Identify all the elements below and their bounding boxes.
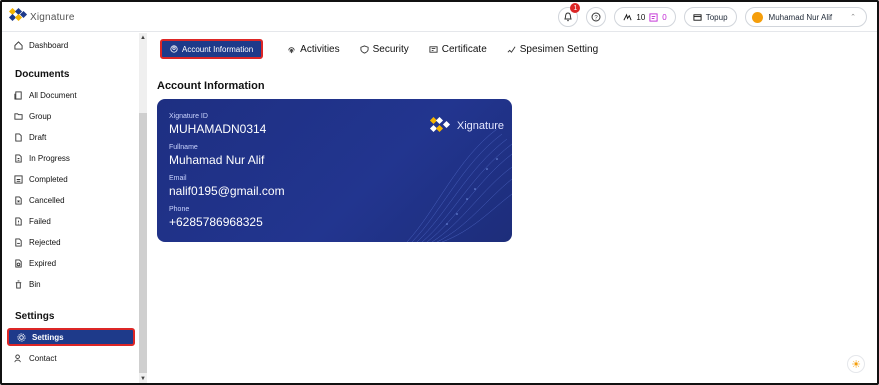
user-circle-icon (170, 45, 178, 53)
tab-label: Certificate (441, 43, 487, 55)
gear-icon (17, 332, 26, 342)
settings-tabs: Account Information Activities Security … (160, 38, 598, 60)
documents-section-title: Documents (15, 69, 70, 80)
scroll-down-icon[interactable]: ▼ (140, 376, 146, 382)
xignature-id-value: MUHAMADN0314 (169, 122, 267, 136)
quota-pill[interactable]: 10 0 (614, 7, 676, 27)
signature-icon (623, 13, 632, 20)
sidebar-item-label: Completed (29, 174, 68, 184)
shield-icon (360, 44, 369, 54)
settings-section-title: Settings (15, 311, 55, 322)
theme-toggle-button[interactable]: ☀ (847, 355, 865, 373)
sidebar-item-label: Bin (29, 279, 41, 289)
folder-icon (14, 112, 23, 120)
topup-button[interactable]: Topup (683, 7, 737, 27)
user-name: Muhamad Nur Alif (768, 12, 833, 22)
sidebar-item-label: In Progress (29, 153, 70, 163)
file-progress-icon (15, 153, 22, 163)
avatar (751, 11, 763, 23)
top-bar: Xignature 1 ? 10 0 Topup Muhamad Nur Ali… (2, 2, 877, 32)
sidebar-item-label: Contact (29, 353, 57, 363)
phone-label: Phone (169, 206, 190, 213)
top-actions: 1 ? 10 0 Topup Muhamad Nur Alif ⌃ (558, 3, 867, 27)
user-menu-button[interactable]: Muhamad Nur Alif ⌃ (744, 7, 867, 27)
sidebar-item-contact[interactable]: Contact (14, 351, 57, 365)
sidebar-item-in-progress[interactable]: In Progress (14, 151, 70, 165)
app-logo-text: Xignature (30, 11, 75, 23)
tab-account-information[interactable]: Account Information (160, 39, 264, 59)
sidebar-item-label: Settings (32, 332, 64, 342)
sidebar-item-label: Dashboard (29, 40, 69, 50)
tab-security[interactable]: Security (360, 44, 409, 55)
scroll-up-icon[interactable]: ▲ (140, 35, 146, 41)
sidebar-item-cancelled[interactable]: Cancelled (14, 193, 65, 207)
xignature-logo-icon (429, 117, 450, 133)
file-check-icon (14, 174, 23, 184)
tab-label: Security (372, 43, 409, 55)
quota-b-count: 0 (662, 12, 667, 22)
sidebar-item-expired[interactable]: Expired (14, 256, 56, 270)
sidebar-item-draft[interactable]: Draft (14, 130, 46, 144)
documents-icon (14, 90, 22, 100)
contacts-icon (14, 353, 21, 362)
file-icon (15, 132, 22, 142)
email-value: nalif0195@gmail.com (169, 184, 285, 198)
certificate-icon (429, 45, 438, 53)
stamp-icon (649, 12, 658, 22)
page-title: Account Information (157, 80, 265, 92)
sidebar-item-label: Rejected (29, 237, 61, 247)
fingerprint-icon (288, 46, 295, 53)
sidebar-item-label: Draft (29, 132, 47, 142)
sidebar-item-dashboard[interactable]: Dashboard (14, 38, 68, 52)
sidebar: Dashboard Documents All Document Group D… (2, 33, 139, 383)
tab-certificate[interactable]: Certificate (429, 44, 487, 55)
sidebar-item-completed[interactable]: Completed (14, 172, 68, 186)
app-logo[interactable]: Xignature (8, 7, 75, 25)
fullname-label: Fullname (169, 144, 198, 151)
account-card: Xignature Xignature ID MUHAMADN0314 Full… (157, 99, 512, 242)
wallet-icon (693, 13, 702, 21)
file-cancel-icon (15, 195, 22, 205)
scrollbar-thumb[interactable] (139, 113, 147, 373)
sidebar-item-rejected[interactable]: Rejected (14, 235, 61, 249)
signature-pen-icon (507, 46, 516, 53)
help-icon: ? (591, 12, 601, 22)
fullname-value: Muhamad Nur Alif (169, 153, 265, 167)
help-button[interactable]: ? (586, 7, 607, 27)
notification-button[interactable]: 1 (558, 3, 581, 27)
sidebar-item-all-document[interactable]: All Document (14, 88, 77, 102)
sidebar-item-bin[interactable]: Bin (14, 277, 41, 291)
home-icon (14, 40, 23, 50)
file-failed-icon (15, 216, 22, 226)
trash-icon (15, 279, 22, 289)
tab-specimen-setting[interactable]: Spesimen Setting (507, 44, 598, 55)
notification-badge: 1 (570, 3, 581, 13)
file-rejected-icon (15, 237, 22, 247)
sun-icon: ☀ (851, 358, 861, 371)
sidebar-item-failed[interactable]: Failed (14, 214, 51, 228)
bell-icon (564, 12, 573, 22)
file-expired-icon (15, 258, 22, 268)
tab-label: Account Information (182, 44, 254, 54)
sidebar-item-label: Cancelled (29, 195, 65, 205)
sidebar-item-label: Failed (29, 216, 51, 226)
card-logo: Xignature (429, 117, 504, 135)
tab-label: Spesimen Setting (519, 43, 599, 55)
email-label: Email (169, 175, 187, 182)
card-logo-text: Xignature (456, 120, 504, 132)
sidebar-item-label: Group (29, 111, 52, 121)
xignature-logo-icon (8, 7, 28, 25)
tab-label: Activities (300, 43, 340, 55)
xignature-id-label: Xignature ID (169, 113, 208, 120)
phone-value: +6285786968325 (169, 215, 263, 229)
quota-a-count: 10 (636, 12, 646, 22)
sidebar-item-group[interactable]: Group (14, 109, 51, 123)
topup-label: Topup (705, 12, 728, 22)
sidebar-item-label: All Document (29, 90, 77, 100)
chevron-updown-icon: ⌃ (850, 14, 856, 21)
sidebar-scrollbar[interactable]: ▲ ▼ (139, 33, 147, 383)
sidebar-item-label: Expired (29, 258, 57, 268)
sidebar-item-settings[interactable]: Settings (7, 328, 135, 346)
tab-activities[interactable]: Activities (287, 43, 340, 55)
